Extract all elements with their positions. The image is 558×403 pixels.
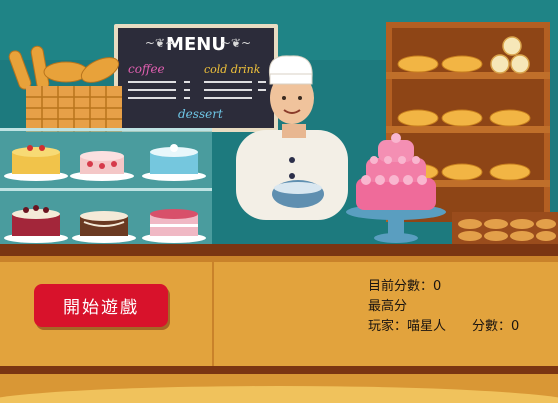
menu-coffee: coffee (128, 62, 165, 76)
bakery-scene: MENU ~❦~ ~❦~ coffee cold drink dessert (0, 0, 558, 403)
high-score-label: 最高分 (368, 299, 408, 314)
score-panel: 目前分數：0 最高分 玩家：喵星人 分數：0 (368, 277, 553, 337)
menu-board: MENU ~❦~ ~❦~ coffee cold drink dessert (114, 24, 278, 132)
cake-display-case (0, 128, 212, 252)
current-score-label: 目前分數：0 (368, 279, 442, 294)
menu-dessert: dessert (178, 107, 223, 121)
menu-cold-drink: cold drink (204, 63, 261, 76)
player-name-label: 玩家：喵星人 (368, 319, 447, 334)
start-game-button[interactable]: 開始遊戲 (34, 284, 168, 327)
croissant-icon (452, 212, 558, 244)
svg-text:~❦~: ~❦~ (221, 36, 251, 50)
player-score-label: 分數：0 (472, 319, 520, 334)
svg-text:~❦~: ~❦~ (145, 36, 175, 50)
player-row: 玩家：喵星人 分數：0 (368, 317, 553, 337)
